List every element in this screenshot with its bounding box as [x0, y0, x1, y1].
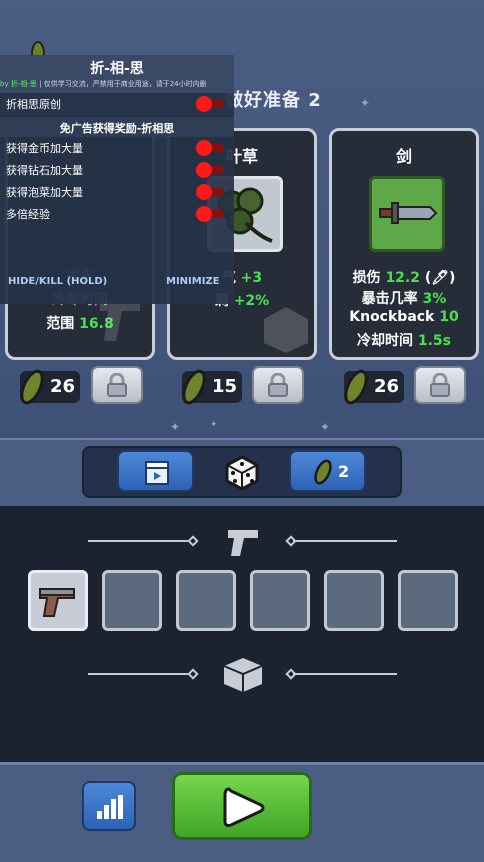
card3-title: 剑 [395, 147, 412, 166]
mod-menu-header[interactable]: 折-相-思 by 折-相-思 | 仅供学习交流，严禁用于商业用途，请于24小时内… [0, 55, 234, 93]
card3-stat-crit: 暴击几率 3% [361, 291, 447, 307]
wave-banner: 做好准备 2 [225, 90, 322, 111]
mod-row-exp[interactable]: 多倍经验 [0, 203, 234, 225]
reroll-count: 2 [338, 462, 350, 481]
divider-line [88, 673, 192, 675]
pickle-icon [314, 459, 332, 485]
divider-line [293, 540, 397, 542]
mod-menu-title: 折-相-思 [90, 61, 144, 77]
video-clapper-icon [145, 461, 169, 485]
mod-row-label: 获得钻石加大量 [6, 164, 83, 177]
card3-stat-damage: 损伤 12.2 (🖊) [352, 270, 456, 286]
weapon-slot-4[interactable] [250, 570, 310, 631]
mod-menu-notice: | 仅供学习交流，严禁用于商业用途，请于24小时内删 [39, 80, 207, 88]
card1-lock-button[interactable] [91, 366, 143, 404]
toggle-switch[interactable] [196, 162, 226, 178]
toggle-switch[interactable] [196, 206, 226, 222]
card2-lock-button[interactable] [252, 366, 304, 404]
watch-ad-button[interactable] [117, 450, 194, 492]
stats-bars-icon [97, 795, 123, 819]
mod-minimize-button[interactable]: MINIMIZE [166, 276, 220, 287]
sparkle-icon: ✦ [360, 96, 371, 110]
mod-row-diamonds[interactable]: 获得钻石加大量 [0, 159, 234, 181]
crate-icon [223, 658, 263, 692]
mod-menu-author: by 折-相-思 [0, 80, 37, 88]
lock-icon [268, 373, 288, 397]
mod-row-gold[interactable]: 获得金币加大量 [0, 137, 234, 159]
pickle-icon [182, 369, 206, 405]
card3-price: 26 [344, 369, 404, 405]
toggle-switch[interactable] [196, 184, 226, 200]
price-value: 26 [374, 376, 400, 397]
sparkle-icon: ✦ [170, 420, 181, 434]
card3-lock-button[interactable] [414, 366, 466, 404]
mod-row-original[interactable]: 折相思原创 [0, 93, 234, 115]
mod-menu-panel: 折-相-思 by 折-相-思 | 仅供学习交流，严禁用于商业用途，请于24小时内… [0, 55, 234, 304]
card3-stat-knockback: Knockback 10 [349, 309, 459, 325]
mod-row-label: 获得金币加大量 [6, 142, 83, 155]
play-icon [223, 787, 265, 827]
toggle-switch[interactable] [196, 140, 226, 156]
reroll-button[interactable]: 2 [289, 450, 366, 492]
mod-menu-subtitle: by 折-相-思 | 仅供学习交流，严禁用于商业用途，请于24小时内删 [0, 79, 234, 89]
lock-icon [430, 373, 450, 397]
divider-line [293, 673, 397, 675]
mod-row-label: 折相思原创 [6, 98, 61, 111]
price-value: 26 [50, 376, 76, 397]
mod-row-label: 多倍经验 [6, 208, 50, 221]
stats-button[interactable] [82, 781, 136, 831]
pistol-icon [39, 588, 75, 617]
mod-row-pickles[interactable]: 获得泡菜加大量 [0, 181, 234, 203]
weapon-slot-5[interactable] [324, 570, 384, 631]
weapon-slot-3[interactable] [176, 570, 236, 631]
toggle-switch[interactable] [196, 96, 226, 112]
pickle-icon [20, 369, 44, 405]
card1-price: 26 [20, 369, 80, 405]
dice-icon[interactable] [221, 451, 263, 493]
card3-stat-cooldown: 冷却时间 1.5s [356, 333, 451, 349]
mod-section-header: 免广告获得奖励-折相思 [0, 117, 234, 137]
weapon-slot-6[interactable] [398, 570, 458, 631]
card3-item-image [369, 176, 445, 252]
sparkle-icon: ✦ [210, 420, 218, 430]
pickle-icon [344, 369, 368, 405]
start-wave-button[interactable] [172, 772, 312, 840]
sword-icon [379, 202, 438, 224]
weapon-slot-1[interactable] [28, 570, 88, 631]
weapon-slot-2[interactable] [102, 570, 162, 631]
sparkle-icon: ✦ [320, 420, 331, 434]
crate-watermark-icon [264, 307, 308, 353]
pistol-icon [228, 530, 258, 556]
mod-hide-kill-button[interactable]: HIDE/KILL (HOLD) [8, 276, 107, 287]
card2-price: 15 [182, 369, 242, 405]
mod-row-label: 获得泡菜加大量 [6, 186, 83, 199]
shop-card-3[interactable]: 剑 损伤 12.2 (🖊) 暴击几率 3% Knockback 10 冷却时间 … [329, 128, 479, 360]
lock-icon [107, 373, 127, 397]
divider-line [88, 540, 192, 542]
price-value: 15 [212, 376, 238, 397]
